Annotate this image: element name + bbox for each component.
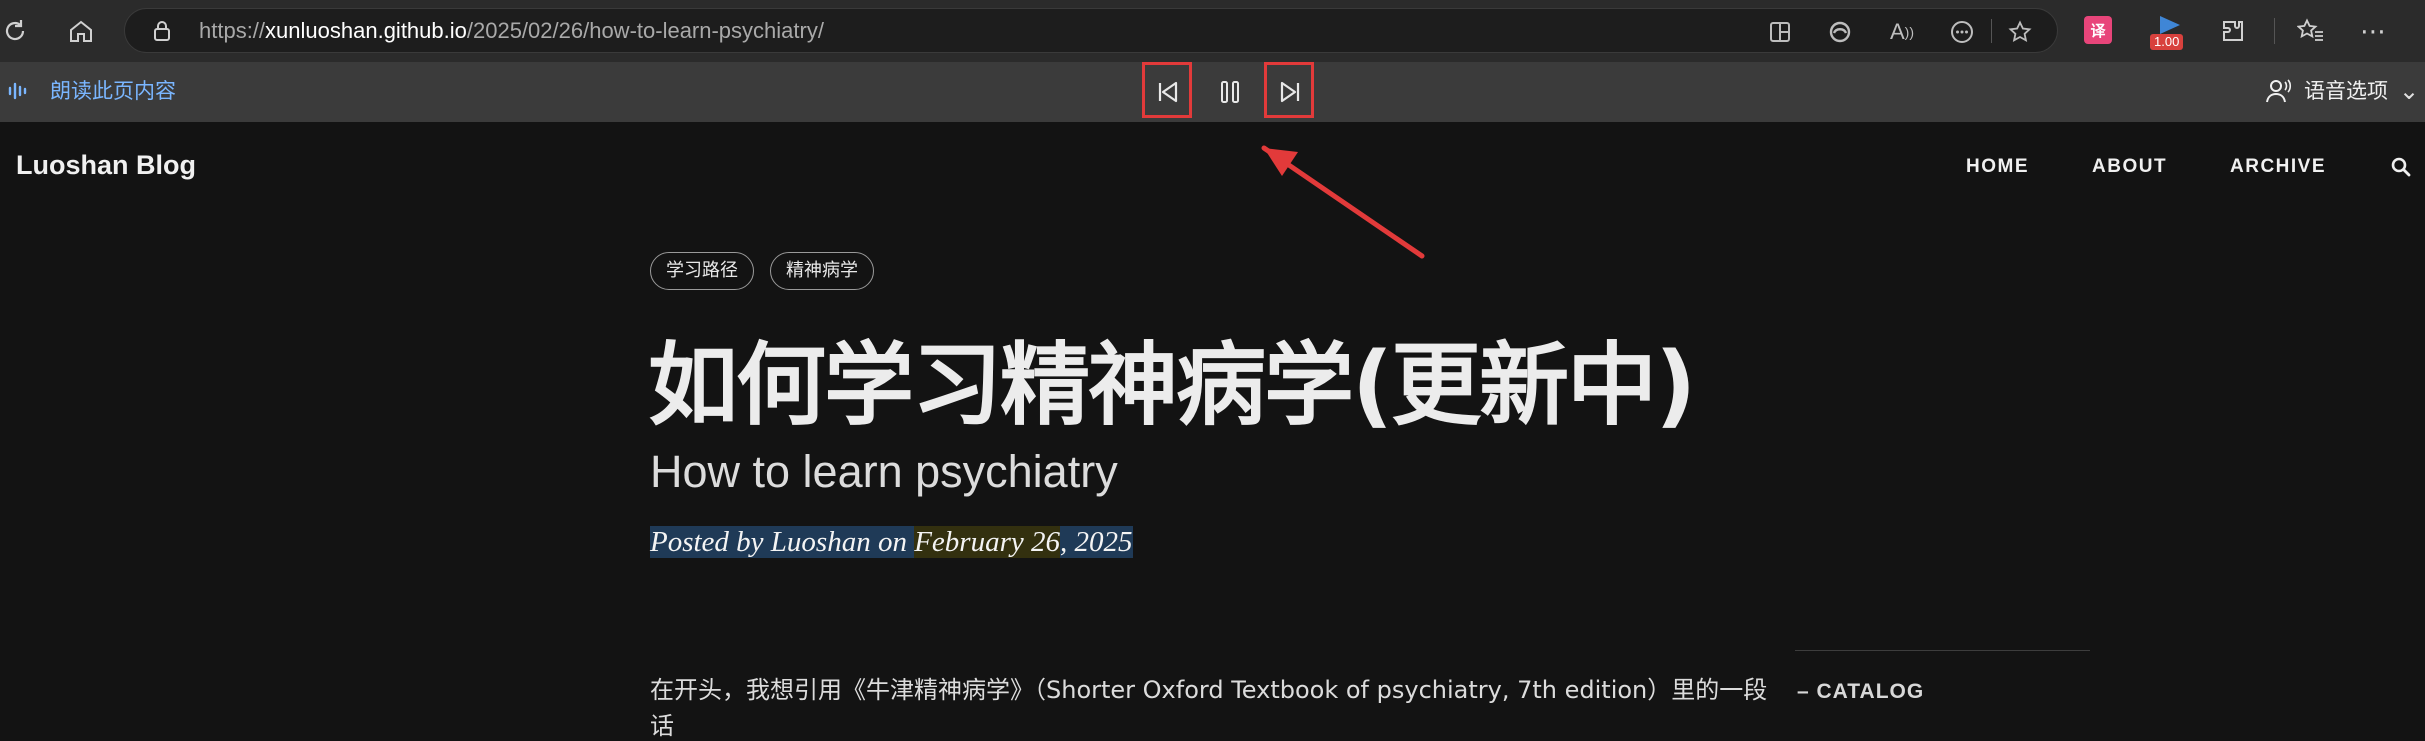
annotation-arrow [1261,145,1425,259]
nav-about[interactable]: ABOUT [2092,156,2167,178]
speed-extension-icon[interactable]: 1.00 [2150,12,2190,52]
pause-icon[interactable] [1210,72,1250,112]
post-meta: Posted by Luoshan on February 26, 2025 [650,526,1133,559]
home-icon[interactable] [64,14,98,48]
catalog-divider [1795,650,2090,651]
more-options-icon[interactable] [1947,17,1977,47]
highlight-box-previous [1142,62,1192,118]
post-paragraph: 在开头，我想引用《牛津精神病学》（Shorter Oxford Textbook… [650,676,1768,704]
lock-icon[interactable] [149,18,175,44]
post-paragraph-continued: 话 [650,712,674,740]
edge-icon[interactable] [1825,17,1855,47]
site-brand[interactable]: Luoshan Blog [16,150,196,181]
voice-options-label[interactable]: 语音选项 [2304,62,2388,120]
url-text[interactable]: https://xunluoshan.github.io/2025/02/26/… [199,9,824,52]
split-screen-icon[interactable] [1765,17,1795,47]
chevron-down-icon[interactable]: ⌄ [2398,76,2420,106]
url-host: xunluoshan.github.io [265,18,467,43]
read-aloud-icon[interactable]: A)) [1885,17,1919,47]
address-bar[interactable]: https://xunluoshan.github.io/2025/02/26/… [124,8,2058,53]
tag-learning-path[interactable]: 学习路径 [650,252,754,290]
read-aloud-label[interactable]: 朗读此页内容 [50,62,176,120]
search-icon[interactable] [2390,156,2412,178]
nav-home[interactable]: HOME [1966,156,2029,178]
post-subtitle: How to learn psychiatry [650,446,1118,497]
sound-wave-icon [6,78,32,104]
catalog-label: CATALOG [1816,680,1925,703]
tag-psychiatry[interactable]: 精神病学 [770,252,874,290]
meta-author-highlight: Posted by Luoshan on [650,526,915,558]
meta-year-highlight: , 2025 [1060,526,1133,558]
catalog-heading: – CATALOG [1797,680,1924,704]
address-divider [1991,19,1992,43]
settings-more-icon[interactable]: ⋯ [2356,14,2390,48]
browser-toolbar: https://xunluoshan.github.io/2025/02/26/… [0,0,2425,62]
highlight-box-next [1264,62,1314,118]
url-path: /2025/02/26/how-to-learn-psychiatry/ [466,18,824,43]
read-aloud-bar: 朗读此页内容 语音选项 ⌄ [0,62,2425,122]
extensions-icon[interactable] [2216,14,2250,48]
voice-options-icon [2262,76,2294,106]
favorites-icon[interactable] [2294,14,2328,48]
catalog-dash: – [1797,680,1817,703]
meta-date-highlight: February 26 [914,526,1060,558]
toolbar-divider [2274,18,2275,44]
refresh-icon[interactable] [0,14,30,48]
post-title: 如何学习精神病学(更新中) [648,333,1696,438]
nav-archive[interactable]: ARCHIVE [2230,156,2326,178]
translate-extension-icon[interactable]: 译 [2084,16,2112,44]
url-prefix: https:// [199,18,266,43]
favorite-star-icon[interactable] [2005,17,2035,47]
zoom-badge: 1.00 [2150,34,2184,50]
